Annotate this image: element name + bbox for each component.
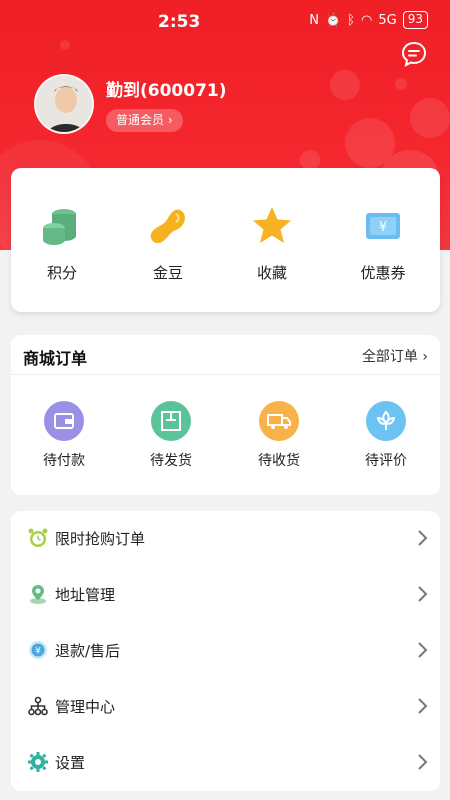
pending-payment-button[interactable]: 待付款: [24, 401, 104, 470]
pending-shipment-label: 待发货: [150, 453, 192, 469]
wifi-icon: ◠: [361, 12, 373, 28]
orders-title: 商城订单: [23, 349, 88, 368]
flower-icon: [366, 401, 406, 441]
svg-text:¥: ¥: [35, 647, 41, 657]
chevron-right-icon: [418, 642, 428, 658]
bluetooth-icon: ᛒ: [347, 12, 356, 28]
member-level-badge[interactable]: 普通会员 ›: [106, 109, 183, 132]
menu-label-settings: 设置: [55, 754, 86, 772]
menu-label-address-management: 地址管理: [55, 586, 116, 604]
chevron-right-icon: [418, 754, 428, 770]
gold-beans-label: 金豆: [152, 264, 183, 282]
menu-label-flash-sale-orders: 限时抢购订单: [55, 530, 146, 548]
orders-card: 商城订单 全部订单 › 待付款 待发货 待收货 待评价: [11, 335, 440, 495]
pending-receipt-button[interactable]: 待收货: [239, 401, 319, 470]
view-all-orders-link[interactable]: 全部订单 ›: [362, 346, 428, 366]
alarm-icon: ⏰: [325, 12, 342, 28]
message-button[interactable]: [400, 40, 428, 68]
truck-icon: [259, 401, 299, 441]
bean-icon: [150, 209, 185, 244]
menu-label-management-center: 管理中心: [55, 698, 116, 716]
coupons-button[interactable]: ¥ 优惠券: [343, 204, 423, 283]
pending-review-button[interactable]: 待评价: [346, 401, 426, 470]
pending-review-label: 待评价: [365, 453, 407, 469]
pending-shipment-button[interactable]: 待发货: [131, 401, 211, 470]
menu-item-refund-after-sales[interactable]: ¥ 退款/售后: [11, 623, 440, 679]
status-icons: N ⏰ ᛒ ◠ 5G 93: [309, 11, 428, 29]
battery-indicator: 93: [402, 11, 428, 29]
gear-icon: [28, 752, 48, 772]
status-time: 2:53: [158, 12, 201, 32]
svg-text:¥: ¥: [379, 220, 387, 235]
network-icon: [28, 696, 48, 716]
box-icon: [151, 401, 191, 441]
coins-icon: [43, 209, 76, 245]
menu-item-flash-sale-orders[interactable]: 限时抢购订单: [11, 511, 440, 567]
menu-item-management-center[interactable]: 管理中心: [11, 679, 440, 735]
chevron-right-icon: [418, 586, 428, 602]
nfc-icon: N: [309, 12, 320, 28]
chevron-right-icon: [418, 698, 428, 714]
wallet-icon: [44, 401, 84, 441]
refund-icon: ¥: [29, 641, 47, 659]
username: 勤到(600071): [106, 81, 227, 101]
chevron-right-icon: [418, 530, 428, 546]
avatar[interactable]: [34, 74, 94, 134]
menu-label-refund-after-sales: 退款/售后: [55, 642, 121, 660]
pending-receipt-label: 待收货: [258, 453, 300, 469]
signal-icon: 5G: [378, 12, 397, 28]
points-label: 积分: [46, 264, 77, 282]
alarm-clock-icon: [28, 528, 48, 547]
coupons-label: 优惠券: [360, 264, 406, 282]
favorites-button[interactable]: 收藏: [232, 204, 312, 283]
gold-beans-button[interactable]: 金豆: [128, 204, 208, 283]
chat-bubble-icon: [401, 41, 427, 67]
points-button[interactable]: 积分: [22, 204, 102, 283]
star-icon: [253, 207, 291, 243]
location-icon: [30, 585, 46, 604]
favorites-label: 收藏: [256, 264, 287, 282]
menu-item-settings[interactable]: 设置: [11, 735, 440, 791]
menu-card: 限时抢购订单 地址管理 ¥ 退款/售后 管理中心 设置: [11, 511, 440, 791]
orders-header: 商城订单 全部订单 ›: [11, 335, 440, 375]
coupon-icon: ¥: [366, 213, 400, 239]
pending-payment-label: 待付款: [43, 453, 85, 469]
menu-item-address-management[interactable]: 地址管理: [11, 567, 440, 623]
status-bar: 2:53 N ⏰ ᛒ ◠ 5G 93: [0, 0, 450, 44]
quick-actions-card: 积分 金豆 收藏 ¥ 优惠券: [11, 168, 440, 312]
